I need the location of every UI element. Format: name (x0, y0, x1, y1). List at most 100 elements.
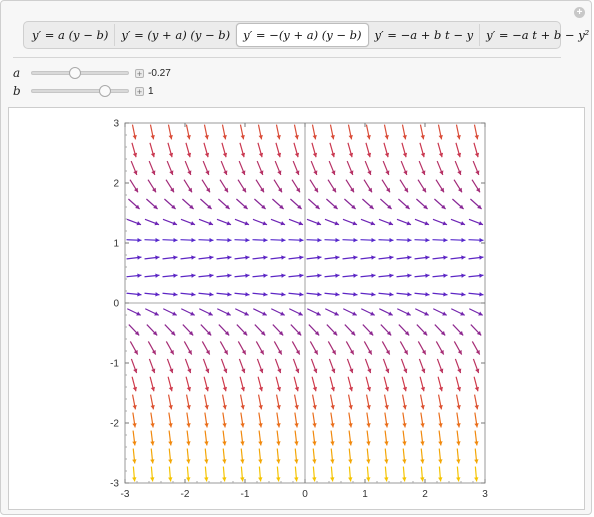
slope-arrow (130, 160, 138, 176)
slope-arrow (384, 412, 389, 428)
slope-arrow (437, 142, 444, 158)
slope-arrow (180, 237, 196, 243)
slope-arrow (234, 237, 250, 243)
slope-arrow (312, 412, 317, 428)
slope-arrow (180, 255, 196, 260)
slope-arrow (329, 142, 336, 158)
slope-arrow (164, 324, 176, 336)
slope-arrow (270, 273, 286, 278)
slope-arrow (306, 255, 322, 260)
slope-arrow (414, 218, 430, 226)
slope-arrow (420, 466, 425, 482)
slope-arrow (347, 376, 354, 392)
slider-a-thumb[interactable] (68, 67, 81, 79)
slope-arrow (292, 160, 300, 176)
slope-arrow (437, 124, 443, 140)
slope-arrow (383, 124, 389, 140)
slope-arrow (129, 341, 139, 355)
slope-arrow (473, 142, 480, 158)
slope-arrow (255, 341, 265, 355)
slope-arrow (419, 142, 426, 158)
slope-arrow (290, 198, 302, 210)
slope-arrow (362, 324, 374, 336)
slope-arrow (166, 358, 174, 374)
slope-arrow (452, 198, 464, 210)
expand-b-icon[interactable]: + (135, 86, 144, 96)
slope-arrow (474, 448, 479, 464)
slope-arrow (473, 394, 479, 410)
slope-arrow (420, 430, 425, 446)
tab-equation-3[interactable]: y′ = −(y + a) (y − b) (236, 23, 369, 47)
slope-arrow (276, 412, 281, 428)
slope-arrow (252, 255, 268, 260)
slope-arrow (257, 124, 263, 140)
slope-arrow (270, 255, 286, 260)
slider-a[interactable] (31, 67, 129, 79)
slope-arrow (310, 160, 318, 176)
slope-arrow (236, 198, 248, 210)
slope-arrow (203, 376, 210, 392)
slope-arrow (162, 292, 178, 297)
slope-arrow (219, 341, 229, 355)
slope-arrow (150, 466, 155, 482)
slope-arrow (186, 412, 191, 428)
slope-arrow (131, 394, 137, 410)
x-tick-label: -1 (241, 489, 250, 500)
control-b: b + 1 (13, 83, 154, 99)
slope-arrow (416, 324, 428, 336)
add-bookmark-icon[interactable]: + (574, 7, 585, 18)
slope-arrow (168, 448, 173, 464)
slope-arrow (438, 412, 443, 428)
y-tick-label: 0 (113, 299, 119, 310)
slope-arrow (378, 292, 394, 297)
slope-arrow (330, 430, 335, 446)
slope-arrow (255, 179, 265, 193)
slope-arrow (144, 237, 160, 243)
slope-arrow (291, 179, 301, 193)
slope-arrow (342, 292, 358, 297)
tab-equation-1[interactable]: y′ = a (y − b) (26, 24, 114, 46)
tab-equation-5[interactable]: y′ = −a t + b − y² (479, 24, 594, 46)
slider-b-thumb[interactable] (99, 85, 111, 97)
slope-arrow (216, 218, 232, 226)
slope-arrow (396, 292, 412, 297)
slope-arrow (401, 394, 407, 410)
slope-arrow (324, 273, 340, 278)
slope-arrow (198, 292, 214, 297)
slope-arrow (238, 160, 246, 176)
slope-arrow (363, 179, 373, 193)
slope-arrow (221, 394, 227, 410)
slope-arrow (200, 198, 212, 210)
slope-arrow (342, 237, 358, 243)
slope-arrow (326, 324, 338, 336)
slope-arrow (328, 358, 336, 374)
slope-arrow (291, 341, 301, 355)
slope-arrow (148, 358, 156, 374)
slope-arrow (270, 292, 286, 297)
slope-arrow (128, 324, 140, 336)
slope-arrow (400, 160, 408, 176)
tab-equation-4[interactable]: y′ = −a + b t − y (369, 24, 480, 46)
slope-arrow (162, 273, 178, 278)
slope-arrow (435, 179, 445, 193)
tab-equation-2[interactable]: y′ = (y + a) (y − b) (114, 24, 236, 46)
slope-arrow (342, 273, 358, 278)
slope-arrow (272, 324, 284, 336)
slope-arrow (473, 124, 479, 140)
slope-arrow (198, 308, 214, 316)
slope-arrow (167, 376, 174, 392)
slope-arrow (129, 179, 139, 193)
slope-arrow (364, 160, 372, 176)
slope-arrow (346, 160, 354, 176)
slope-arrow (168, 430, 173, 446)
slope-arrow (414, 255, 430, 260)
slope-arrow (474, 412, 479, 428)
slope-arrow (398, 198, 410, 210)
x-tick-label: 0 (302, 489, 308, 500)
expand-a-icon[interactable]: + (135, 68, 144, 78)
control-a: a + -0.27 (13, 65, 171, 81)
slope-arrow (360, 273, 376, 278)
slope-arrow (363, 341, 373, 355)
slope-arrow (366, 412, 371, 428)
slider-b[interactable] (31, 85, 129, 97)
